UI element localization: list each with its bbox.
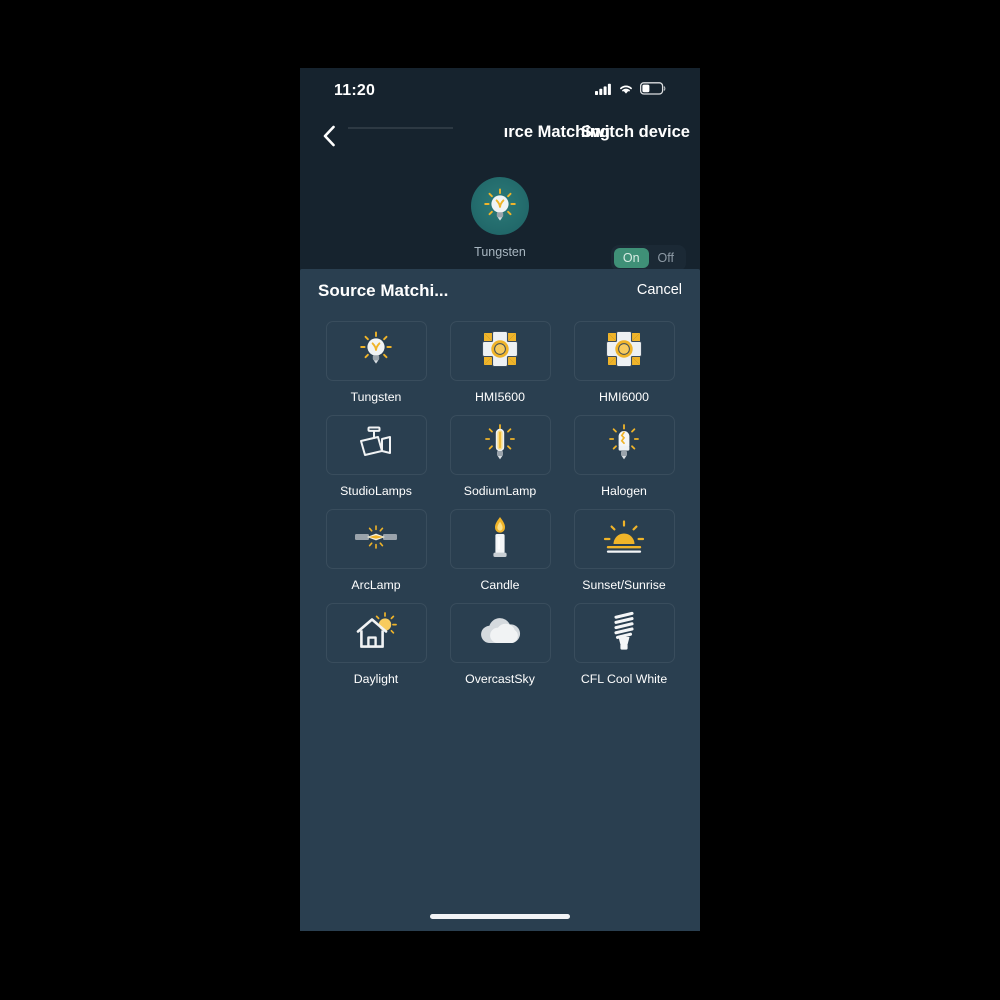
source-label: ArcLamp [351,578,401,592]
sodium-lamp-icon [483,423,517,467]
status-bar: 11:20 [300,68,700,114]
cellular-signal-icon [595,82,612,100]
status-bar-icons [595,82,666,100]
power-toggle-on[interactable]: On [613,248,649,268]
source-tile[interactable] [325,603,427,663]
source-label: Candle [480,578,520,592]
source-label: Daylight [353,672,399,686]
current-device[interactable]: Tungsten [300,159,700,259]
source-tile[interactable] [573,509,675,569]
device-panel: Tungsten On Off [300,159,700,271]
status-bar-time: 11:20 [334,82,376,99]
source-cell[interactable]: Tungsten [314,321,438,404]
screenshot-canvas: 11:20 ırce Matching Switch device Tungst… [0,0,1000,1000]
source-tile[interactable] [449,321,551,381]
back-chevron-icon[interactable] [312,119,346,153]
source-label: Sunset/Sunrise [582,578,666,592]
source-label: OvercastSky [465,672,535,686]
light-bulb-icon [471,177,529,235]
source-tile[interactable] [573,415,675,475]
cancel-button[interactable]: Cancel [637,282,682,298]
source-cell[interactable]: OvercastSky [438,603,562,686]
source-label: HMI5600 [475,390,525,404]
source-tile[interactable] [573,603,675,663]
source-cell[interactable]: StudioLamps [314,415,438,498]
source-cell[interactable]: Sunset/Sunrise [562,509,686,592]
navigation-bar: ırce Matching Switch device [300,114,700,159]
source-label: HMI6000 [599,390,649,404]
clipped-title-artifact [348,127,453,129]
house-sun-icon [355,611,397,655]
wifi-icon [618,82,634,100]
source-grid: Tungsten HMI5600 HMI6000 StudioLamps SodiumL… [314,321,686,697]
source-cell[interactable]: Daylight [314,603,438,686]
battery-icon [639,82,666,100]
candle-icon [487,516,513,563]
source-label: SodiumLamp [463,484,537,498]
phone-screen: 11:20 ırce Matching Switch device Tungst… [300,68,700,931]
source-cell[interactable]: ArcLamp [314,509,438,592]
source-tile[interactable] [325,321,427,381]
source-tile[interactable] [325,415,427,475]
source-tile[interactable] [573,321,675,381]
source-cell[interactable]: Halogen [562,415,686,498]
cloud-icon [478,616,522,651]
sunset-sunrise-icon [603,519,645,559]
source-matching-sheet: Source Matchi... Cancel Tungsten HMI5600 H… [300,269,700,931]
arc-lamp-icon [354,524,398,554]
studio-lamp-icon [356,425,396,466]
sheet-title: Source Matchi... [318,281,449,300]
cfl-spiral-bulb-icon [608,610,640,657]
power-toggle[interactable]: On Off [610,245,686,271]
source-label: Halogen [601,484,647,498]
source-cell[interactable]: Candle [438,509,562,592]
home-indicator [430,914,570,919]
halogen-bulb-icon [607,423,641,467]
switch-device-button[interactable]: Switch device [581,123,690,142]
light-bulb-icon [359,331,393,372]
source-tile[interactable] [325,509,427,569]
source-label: StudioLamps [340,484,412,498]
fresnel-light-icon [480,329,520,374]
source-tile[interactable] [449,509,551,569]
source-cell[interactable]: CFL Cool White [562,603,686,686]
source-cell[interactable]: HMI5600 [438,321,562,404]
source-label: Tungsten [350,390,402,404]
power-toggle-off[interactable]: Off [649,248,683,268]
source-label: CFL Cool White [580,672,668,686]
source-cell[interactable]: HMI6000 [562,321,686,404]
source-tile[interactable] [449,415,551,475]
source-cell[interactable]: SodiumLamp [438,415,562,498]
source-tile[interactable] [449,603,551,663]
fresnel-light-icon [604,329,644,374]
sheet-header: Source Matchi... Cancel [300,269,700,314]
